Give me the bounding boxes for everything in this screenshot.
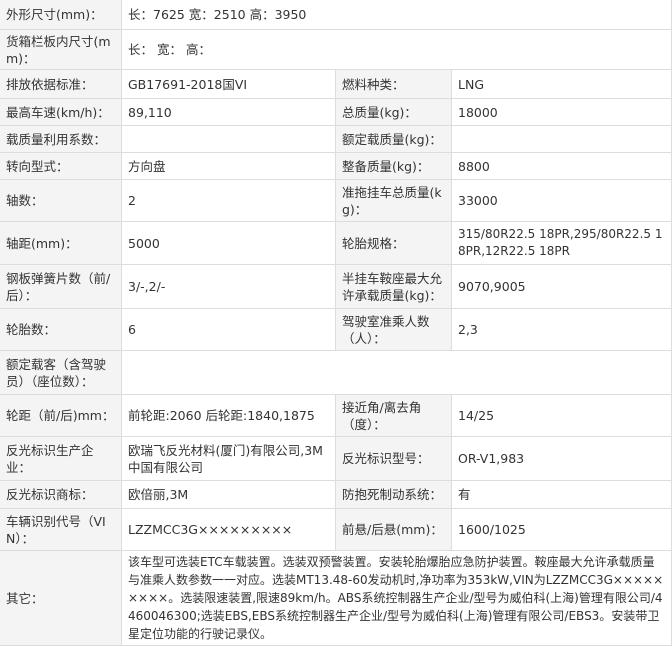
label-fuel-type: 燃料种类： (336, 70, 452, 99)
value-reflector-maker: 欧瑞飞反光材料(厦门)有限公司,3M中国有限公司 (122, 437, 336, 481)
value-angles: 14/25 (452, 395, 672, 437)
value-reflector-model: OR-V1,983 (452, 437, 672, 481)
label-reflector-model: 反光标识型号： (336, 437, 452, 481)
value-max-speed: 89,110 (122, 99, 336, 126)
value-leaf-springs: 3/-,2/- (122, 265, 336, 309)
value-track: 前轮距:2060 后轮距:1840,1875 (122, 395, 336, 437)
value-reflector-brand: 欧倍丽,3M (122, 481, 336, 509)
value-total-mass: 18000 (452, 99, 672, 126)
label-track: 轮距（前/后)mm： (0, 395, 122, 437)
label-tires-count: 轮胎数： (0, 309, 122, 351)
value-axles: 2 (122, 180, 336, 222)
value-curb-mass: 8800 (452, 153, 672, 180)
value-emission-std: GB17691-2018国VI (122, 70, 336, 99)
value-trailer-mass: 33000 (452, 180, 672, 222)
label-axles: 轴数： (0, 180, 122, 222)
label-trailer-mass: 准拖挂车总质量(kg)： (336, 180, 452, 222)
value-abs: 有 (452, 481, 672, 509)
label-steering: 转向型式： (0, 153, 122, 180)
label-rated-passengers: 额定载客（含驾驶员）（座位数）： (0, 351, 122, 395)
value-dimensions: 长：7625 宽：2510 高：3950 (122, 0, 672, 30)
label-abs: 防抱死制动系统： (336, 481, 452, 509)
value-rated-passengers (122, 351, 672, 395)
label-saddle-load: 半挂车鞍座最大允许承载质量(kg)： (336, 265, 452, 309)
label-vin: 车辆识别代号（VIN）： (0, 509, 122, 551)
value-load-util (122, 126, 336, 153)
label-load-util: 载质量利用系数： (0, 126, 122, 153)
value-cab-passengers: 2,3 (452, 309, 672, 351)
label-max-speed: 最高车速(km/h)： (0, 99, 122, 126)
label-dimensions: 外形尺寸(mm)： (0, 0, 122, 30)
label-reflector-maker: 反光标识生产企业： (0, 437, 122, 481)
label-emission-std: 排放依据标准： (0, 70, 122, 99)
value-wheelbase: 5000 (122, 222, 336, 265)
value-vin: LZZMCC3G××××××××× (122, 509, 336, 551)
label-cargo-box: 货箱栏板内尺寸(mm)： (0, 30, 122, 70)
value-tire-spec: 315/80R22.5 18PR,295/80R22.5 18PR,12R22.… (452, 222, 672, 265)
label-tire-spec: 轮胎规格： (336, 222, 452, 265)
value-tires-count: 6 (122, 309, 336, 351)
label-other: 其它： (0, 551, 122, 646)
value-fuel-type: LNG (452, 70, 672, 99)
label-wheelbase: 轴距(mm)： (0, 222, 122, 265)
label-leaf-springs: 钢板弹簧片数（前/后）： (0, 265, 122, 309)
value-other: 该车型可选装ETC车载装置。选装双预警装置。安装轮胎爆胎应急防护装置。鞍座最大允… (122, 551, 672, 646)
label-curb-mass: 整备质量(kg)： (336, 153, 452, 180)
label-total-mass: 总质量(kg)： (336, 99, 452, 126)
label-rated-load: 额定载质量(kg)： (336, 126, 452, 153)
value-rated-load (452, 126, 672, 153)
value-steering: 方向盘 (122, 153, 336, 180)
value-overhang: 1600/1025 (452, 509, 672, 551)
label-cab-passengers: 驾驶室准乘人数（人）： (336, 309, 452, 351)
value-cargo-box: 长： 宽： 高： (122, 30, 672, 70)
value-saddle-load: 9070,9005 (452, 265, 672, 309)
label-angles: 接近角/离去角（度）： (336, 395, 452, 437)
label-reflector-brand: 反光标识商标： (0, 481, 122, 509)
label-overhang: 前悬/后悬(mm)： (336, 509, 452, 551)
